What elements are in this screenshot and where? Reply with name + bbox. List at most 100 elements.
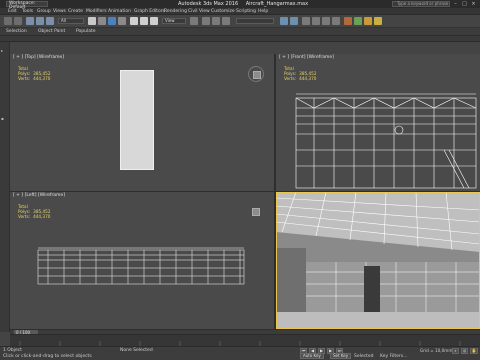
graphite-toggle-icon[interactable]	[312, 17, 320, 25]
select-by-name-icon[interactable]	[98, 17, 106, 25]
menu-graph-editors[interactable]: Graph Editors	[134, 9, 165, 14]
scale-icon[interactable]	[150, 17, 158, 25]
stats-verts-row: Verts: 444,370	[18, 76, 51, 81]
hangar-top-view	[120, 70, 154, 170]
next-frame-icon[interactable]: ▶	[327, 348, 334, 354]
viewport-top-label[interactable]: [ + ] [Top] [Wireframe]	[13, 55, 64, 60]
mirror-icon[interactable]	[280, 17, 288, 25]
ribbon-tabs: Selection Object Paint Populate	[0, 28, 480, 36]
menu-scripting[interactable]: Scripting	[236, 9, 256, 14]
ribbon-tab-object-paint[interactable]: Object Paint	[38, 29, 65, 34]
main-toolbar: All View	[0, 15, 480, 28]
app-name: Autodesk 3ds Max 2016	[178, 1, 239, 7]
menu-bar: Edit Tools Group Views Create Modifiers …	[0, 8, 480, 15]
material-editor-icon[interactable]	[344, 17, 352, 25]
layer-manager-icon[interactable]	[302, 17, 310, 25]
named-selection-sets-dropdown[interactable]	[236, 18, 274, 24]
status-prompt: Click or click-and-drag to select object…	[3, 354, 92, 359]
ribbon-tab-populate[interactable]: Populate	[76, 29, 96, 34]
menu-edit[interactable]: Edit	[8, 9, 17, 14]
viewport-left-label[interactable]: [ + ] [Left] [Wireframe]	[13, 193, 65, 198]
go-to-start-icon[interactable]: ⏮	[300, 348, 307, 354]
viewport-top-stats: Total Polys: 385,452 Verts: 444,370	[18, 66, 51, 81]
minimize-icon[interactable]: –	[452, 1, 459, 7]
file-name: Aircraft_Hangarmax.max	[245, 1, 309, 7]
hangar-front-wireframe	[295, 93, 477, 189]
undo-icon[interactable]	[4, 17, 12, 25]
angle-snap-icon[interactable]	[212, 17, 220, 25]
viewport-front[interactable]: [ + ] [Front] [Wireframe] Total Polys: 38…	[276, 54, 480, 191]
render-production-icon[interactable]	[374, 17, 382, 25]
stats-verts-value: 444,370	[33, 76, 51, 81]
stats-verts-label: Verts:	[18, 76, 31, 81]
redo-icon[interactable]	[14, 17, 22, 25]
stats-verts-value: 444,370	[33, 214, 51, 219]
select-object-icon[interactable]	[88, 17, 96, 25]
schematic-view-icon[interactable]	[332, 17, 340, 25]
viewcube-icon[interactable]	[248, 66, 264, 82]
menu-tools[interactable]: Tools	[22, 9, 33, 14]
stats-verts-row: Verts: 444,370	[18, 214, 51, 219]
stats-verts-row: Verts: 444,370	[284, 76, 317, 81]
menu-rendering[interactable]: Rendering	[164, 9, 187, 14]
strip-marker-icon[interactable]: ▪	[1, 116, 9, 122]
window-crossing-icon[interactable]	[118, 17, 126, 25]
menu-create[interactable]: Create	[68, 9, 83, 14]
pan-icon[interactable]: ✋	[470, 348, 478, 354]
selection-filter-dropdown[interactable]: All	[58, 18, 84, 24]
viewport-front-stats: Total Polys: 385,452 Verts: 444,370	[284, 66, 317, 81]
percent-snap-icon[interactable]	[222, 17, 230, 25]
curve-editor-icon[interactable]	[322, 17, 330, 25]
viewport-left[interactable]: [ + ] [Left] [Wireframe] Total Polys: 385…	[10, 192, 274, 329]
key-mode-selected[interactable]: Selected	[354, 354, 374, 359]
move-icon[interactable]	[130, 17, 138, 25]
render-setup-icon[interactable]	[354, 17, 362, 25]
close-icon[interactable]: ×	[470, 1, 477, 7]
bind-space-warp-icon[interactable]	[46, 17, 54, 25]
stats-verts-label: Verts:	[284, 76, 297, 81]
menu-modifiers[interactable]: Modifiers	[86, 9, 107, 14]
unlink-icon[interactable]	[36, 17, 44, 25]
hangar-left-wireframe	[37, 247, 245, 285]
menu-help[interactable]: Help	[258, 9, 268, 14]
menu-views[interactable]: Views	[53, 9, 66, 14]
strip-pin-icon[interactable]: ▸	[1, 48, 9, 54]
align-icon[interactable]	[290, 17, 298, 25]
track-bar[interactable]	[10, 334, 480, 347]
workspace-dropdown[interactable]: Workspace: Default	[6, 1, 48, 10]
title-bar: Workspace: Default Autodesk 3ds Max 2016…	[0, 0, 480, 10]
viewport-left-stats: Total Polys: 385,452 Verts: 444,370	[18, 204, 51, 219]
viewcube-icon[interactable]	[248, 204, 264, 220]
viewport-front-label[interactable]: [ + ] [Front] [Wireframe]	[279, 55, 334, 60]
viewport-divider-horizontal[interactable]	[10, 191, 480, 192]
key-filters-button[interactable]: Key Filters...	[380, 354, 407, 359]
menu-customize[interactable]: Customize	[211, 9, 235, 14]
menu-animation[interactable]: Animation	[108, 9, 131, 14]
menu-group[interactable]: Group	[37, 9, 51, 14]
snaps-toggle-icon[interactable]	[202, 17, 210, 25]
app-title: Autodesk 3ds Max 2016 Aircraft_Hangarmax…	[178, 1, 308, 7]
maximize-icon[interactable]: □	[461, 1, 468, 7]
status-selection: None Selected	[120, 348, 153, 353]
play-icon[interactable]: ▶	[318, 348, 325, 354]
status-object-count: 1 Object	[3, 348, 22, 353]
stats-verts-value: 444,370	[299, 76, 317, 81]
search-input[interactable]: Type a keyword or phrase	[392, 1, 450, 7]
left-command-strip: ▸ ▪	[0, 42, 10, 332]
previous-frame-icon[interactable]: ◀	[309, 348, 316, 354]
ribbon-tab-selection[interactable]: Selection	[6, 29, 27, 34]
status-bar: 1 Object Click or click-and-drag to sele…	[0, 346, 480, 360]
orbit-icon[interactable]: ◎	[461, 348, 468, 354]
link-icon[interactable]	[26, 17, 34, 25]
ribbon-panel	[0, 36, 480, 42]
menu-civil-view[interactable]: Civil View	[188, 9, 210, 14]
viewport-perspective[interactable]	[276, 192, 480, 329]
go-to-end-icon[interactable]: ⏭	[336, 348, 343, 354]
rendered-frame-window-icon[interactable]	[364, 17, 372, 25]
zoom-icon[interactable]: ⌕	[452, 348, 459, 354]
rotate-icon[interactable]	[140, 17, 148, 25]
viewport-top[interactable]: [ + ] [Top] [Wireframe] Total Polys: 385,…	[10, 54, 274, 191]
reference-coordinate-dropdown[interactable]: View	[162, 18, 186, 24]
pivot-center-icon[interactable]	[190, 17, 198, 25]
rectangular-selection-icon[interactable]	[108, 17, 116, 25]
